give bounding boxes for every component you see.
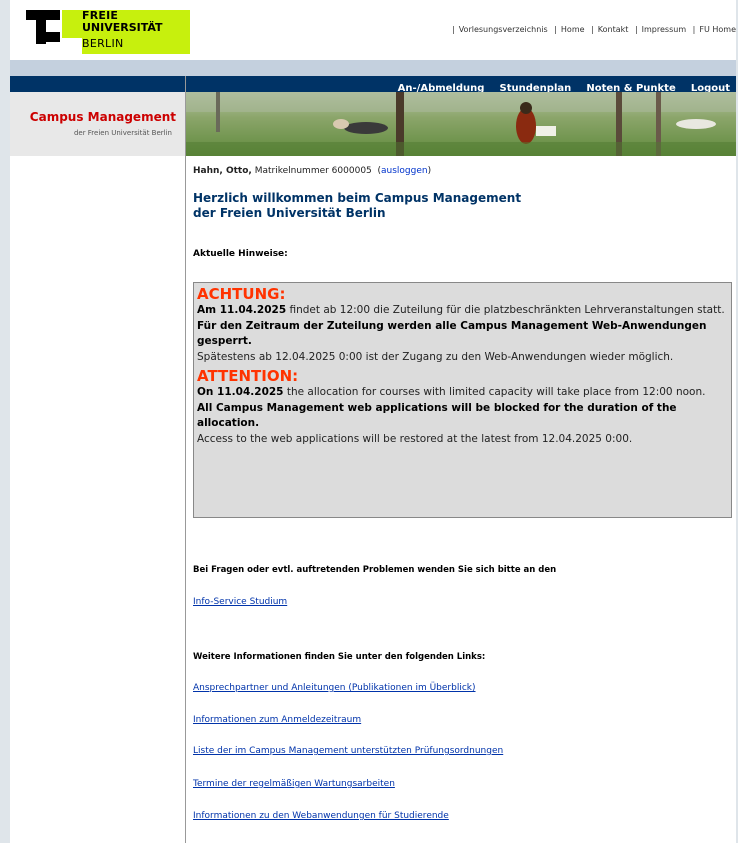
sidebar-title: Campus Management xyxy=(29,110,176,124)
topnav-impressum[interactable]: Impressum xyxy=(642,25,686,34)
notice-bold-en: All Campus Management web applications w… xyxy=(197,401,677,430)
sidebar-subtitle: der Freien Universität Berlin xyxy=(73,129,172,137)
info-service-link[interactable]: Info-Service Studium xyxy=(193,597,287,607)
question-text: Bei Fragen oder evtl. auftretenden Probl… xyxy=(193,565,557,575)
user-name: Hahn, Otto, xyxy=(193,166,252,176)
header-stripe xyxy=(10,60,736,76)
logout-link[interactable]: ausloggen xyxy=(381,166,428,176)
welcome-heading: Herzlich willkommen beim Campus Manageme… xyxy=(193,191,521,221)
notice-text-en-1: On 11.04.2025 the allocation for courses… xyxy=(197,386,706,398)
notice-box: ACHTUNG: Am 11.04.2025 findet ab 12:00 d… xyxy=(193,282,732,518)
user-matrikel: Matrikelnummer 6000005 xyxy=(251,166,372,176)
left-border xyxy=(0,0,10,843)
notice-heading-en: ATTENTION: xyxy=(197,367,299,385)
logo-text-berlin: BERLIN xyxy=(82,37,124,50)
further-info-text: Weitere Informationen finden Sie unter d… xyxy=(193,652,486,662)
notice-text-de-2: Spätestens ab 12.04.2025 0:00 ist der Zu… xyxy=(197,350,674,363)
fu-berlin-logo[interactable]: FREIE UNIVERSITÄT BERLIN xyxy=(26,9,190,56)
logo-text-universitaet: UNIVERSITÄT xyxy=(82,21,163,34)
link-wartungsarbeiten[interactable]: Termine der regelmäßigen Wartungsarbeite… xyxy=(193,779,395,789)
welcome-line-1: Herzlich willkommen beim Campus Manageme… xyxy=(193,191,522,205)
notice-text-de-1: Am 11.04.2025 findet ab 12:00 die Zuteil… xyxy=(197,304,725,316)
link-pruefungsordnungen[interactable]: Liste der im Campus Management unterstüt… xyxy=(193,746,503,756)
notice-bold-de: Für den Zeitraum der Zuteilung werden al… xyxy=(197,319,707,348)
notice-text-en-2: Access to the web applications will be r… xyxy=(197,432,633,445)
link-webanwendungen[interactable]: Informationen zu den Webanwendungen für … xyxy=(193,811,449,821)
sidebar-top-bar xyxy=(10,76,185,92)
user-info: Hahn, Otto, Matrikelnummer 6000005 (ausl… xyxy=(193,166,432,176)
sidebar-divider xyxy=(185,76,186,843)
main-navbar: An-/Abmeldung Stundenplan Noten & Punkte… xyxy=(186,76,736,94)
link-ansprechpartner[interactable]: Ansprechpartner und Anleitungen (Publika… xyxy=(193,683,476,693)
link-anmeldezeitraum[interactable]: Informationen zum Anmeldezeitraum xyxy=(193,715,361,725)
topnav-vorlesungsverzeichnis[interactable]: Vorlesungsverzeichnis xyxy=(459,25,548,34)
header-photo xyxy=(186,92,736,156)
welcome-line-2: der Freien Universität Berlin xyxy=(193,206,386,220)
topnav-home[interactable]: Home xyxy=(561,25,585,34)
header: FREIE UNIVERSITÄT BERLIN | Vorlesungsverz… xyxy=(10,0,736,60)
notice-heading-de: ACHTUNG: xyxy=(197,285,286,303)
topnav-fu-home[interactable]: FU Home xyxy=(699,25,736,34)
sidebar-title-box: Campus Management der Freien Universität… xyxy=(10,92,185,156)
top-navigation: | Vorlesungsverzeichnis | Home | Kontakt | I… xyxy=(452,25,736,34)
hints-title: Aktuelle Hinweise: xyxy=(193,249,288,259)
topnav-kontakt[interactable]: Kontakt xyxy=(598,25,629,34)
